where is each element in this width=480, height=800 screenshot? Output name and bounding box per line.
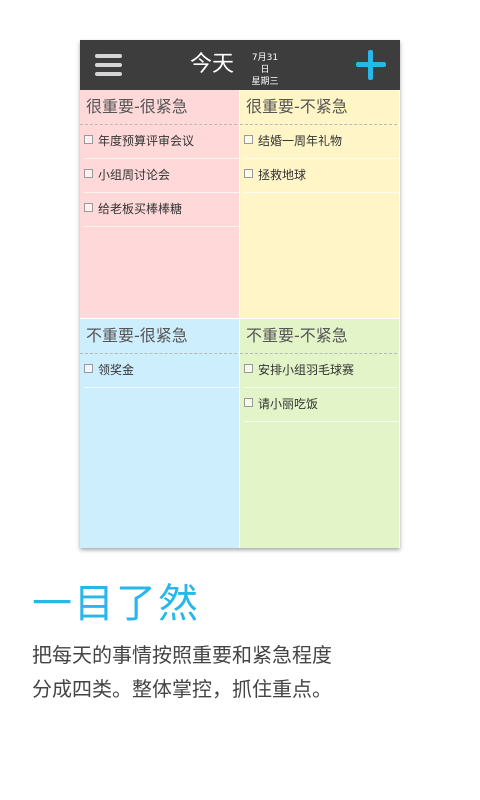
- quadrant-important-urgent[interactable]: 很重要-很紧急 年度预算评审会议 小组周讨论会 给老板买棒棒糖: [80, 90, 239, 318]
- date-label: 7月31日 星期三: [248, 52, 282, 88]
- add-task-button[interactable]: [356, 50, 386, 80]
- task-item[interactable]: 领奖金: [84, 354, 239, 388]
- page-title: 今天: [190, 52, 235, 77]
- checkbox-icon[interactable]: [84, 135, 93, 144]
- task-item[interactable]: 年度预算评审会议: [84, 125, 239, 159]
- top-bar: 今天 7月31日 星期三: [80, 40, 400, 90]
- checkbox-icon[interactable]: [244, 135, 253, 144]
- task-item[interactable]: 安排小组羽毛球赛: [244, 354, 399, 388]
- task-label: 给老板买棒棒糖: [98, 202, 183, 216]
- quadrant-important-not-urgent[interactable]: 很重要-不紧急 结婚一周年礼物 拯救地球: [240, 90, 399, 318]
- vertical-divider: [239, 90, 240, 548]
- date-weekday: 星期三: [251, 77, 279, 87]
- quadrant-title: 很重要-不紧急: [240, 90, 397, 125]
- task-label: 领奖金: [98, 363, 135, 377]
- task-label: 年度预算评审会议: [98, 134, 195, 148]
- task-label: 结婚一周年礼物: [258, 134, 343, 148]
- task-item[interactable]: 给老板买棒棒糖: [84, 193, 239, 227]
- date-day: 7月31日: [251, 53, 279, 75]
- task-label: 请小丽吃饭: [258, 397, 319, 411]
- horizontal-divider: [80, 318, 400, 319]
- promo-line-1: 把每天的事情按照重要和紧急程度: [32, 643, 332, 667]
- task-item[interactable]: 结婚一周年礼物: [244, 125, 399, 159]
- promo-description: 把每天的事情按照重要和紧急程度 分成四类。整体掌控，抓住重点。: [32, 638, 452, 706]
- quadrant-title: 很重要-很紧急: [80, 90, 237, 125]
- quadrant-title: 不重要-不紧急: [240, 319, 397, 354]
- checkbox-icon[interactable]: [84, 169, 93, 178]
- promo-headline: 一目了然: [32, 581, 200, 627]
- checkbox-icon[interactable]: [244, 364, 253, 373]
- task-label: 拯救地球: [258, 168, 307, 182]
- checkbox-icon[interactable]: [84, 364, 93, 373]
- promo-line-2: 分成四类。整体掌控，抓住重点。: [32, 677, 332, 701]
- checkbox-icon[interactable]: [244, 169, 253, 178]
- task-item[interactable]: 拯救地球: [244, 159, 399, 193]
- app-screen: 今天 7月31日 星期三 很重要-很紧急 年度预算评审会议 小组周讨论会 给老板…: [80, 40, 400, 548]
- task-label: 小组周讨论会: [98, 168, 171, 182]
- quadrant-title: 不重要-很紧急: [80, 319, 237, 354]
- checkbox-icon[interactable]: [244, 398, 253, 407]
- quadrant-grid: 很重要-很紧急 年度预算评审会议 小组周讨论会 给老板买棒棒糖 很重要-不紧急 …: [80, 90, 400, 548]
- checkbox-icon[interactable]: [84, 203, 93, 212]
- task-label: 安排小组羽毛球赛: [258, 363, 355, 377]
- quadrant-unimportant-urgent[interactable]: 不重要-很紧急 领奖金: [80, 319, 239, 548]
- hamburger-menu-icon[interactable]: [95, 54, 122, 76]
- task-item[interactable]: 请小丽吃饭: [244, 388, 399, 422]
- quadrant-unimportant-not-urgent[interactable]: 不重要-不紧急 安排小组羽毛球赛 请小丽吃饭: [240, 319, 399, 548]
- task-item[interactable]: 小组周讨论会: [84, 159, 239, 193]
